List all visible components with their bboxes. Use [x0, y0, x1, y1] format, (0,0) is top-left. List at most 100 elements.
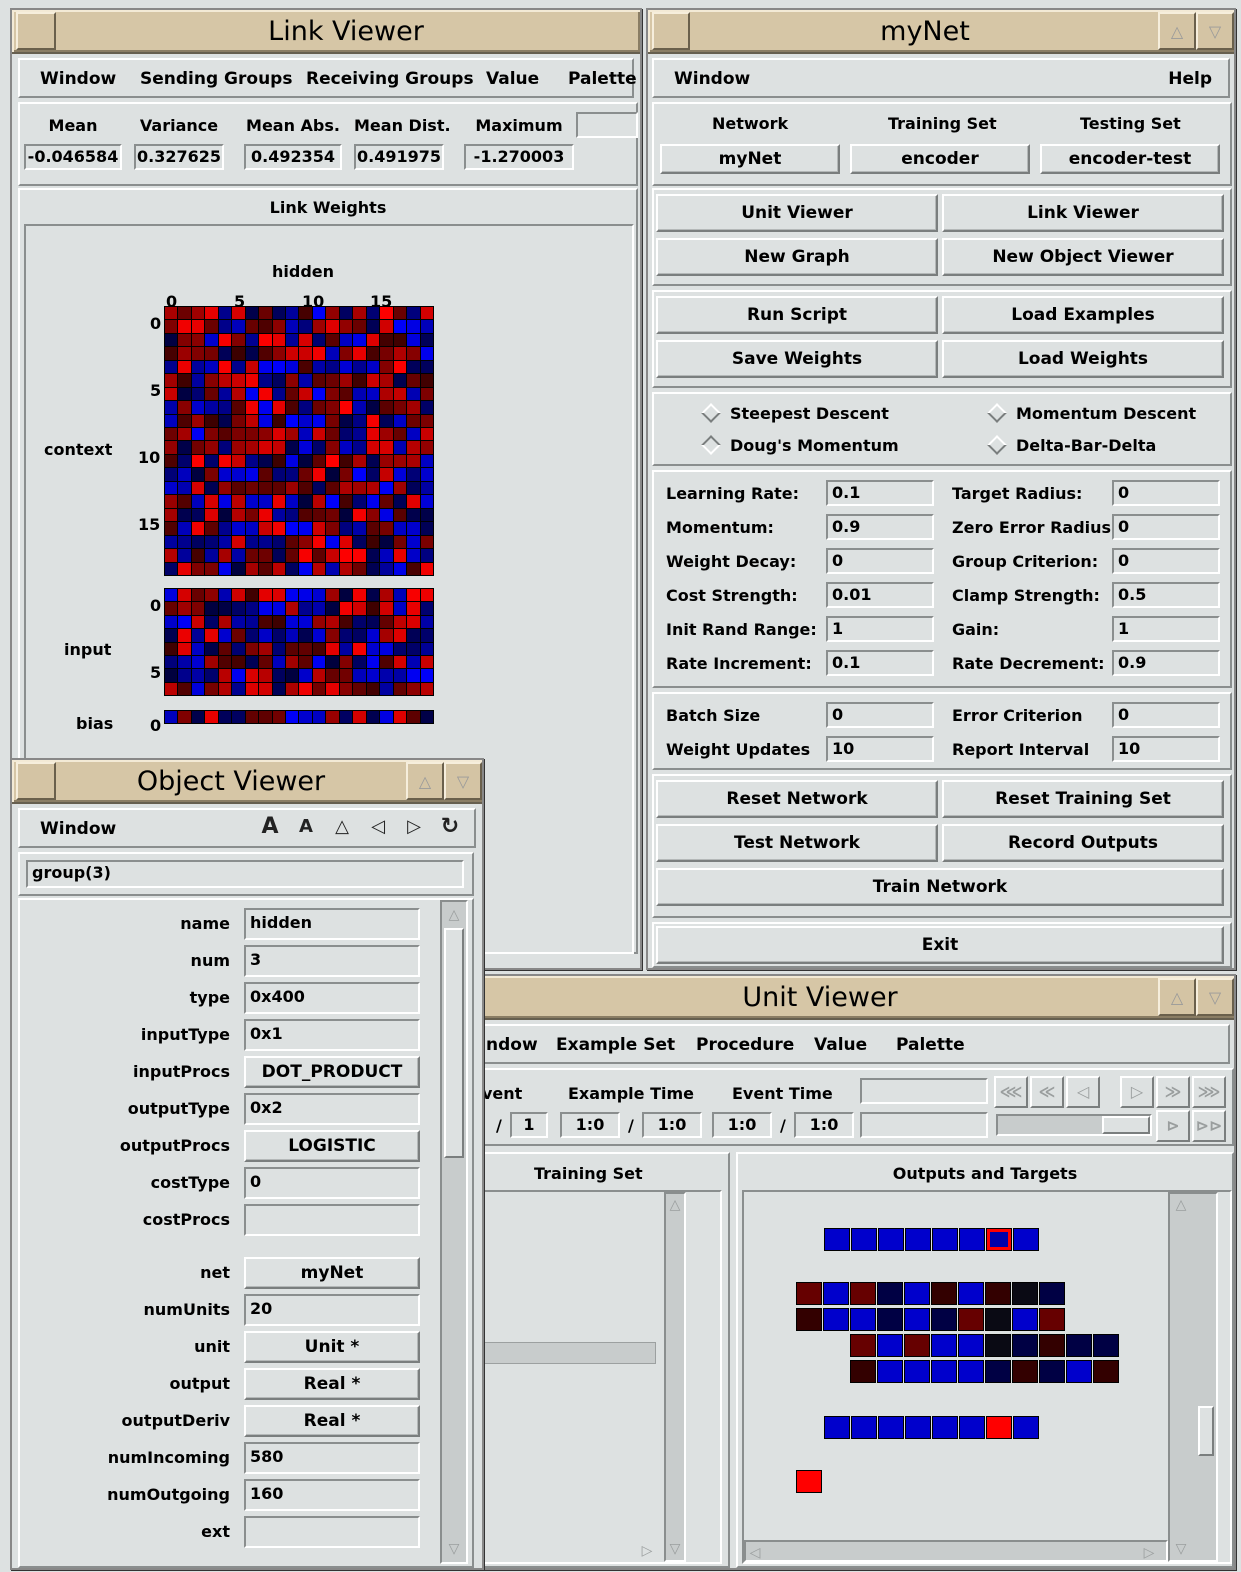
weight-cell[interactable]: [232, 562, 245, 575]
link-viewer-button[interactable]: Link Viewer: [942, 194, 1224, 232]
weight-cell[interactable]: [420, 535, 433, 549]
weight-cell[interactable]: [178, 414, 191, 428]
weight-cell[interactable]: [165, 562, 178, 575]
weight-cell[interactable]: [380, 522, 393, 535]
weight-cell[interactable]: [205, 589, 218, 602]
weight-cell[interactable]: [326, 522, 339, 535]
weight-cell[interactable]: [353, 589, 366, 602]
weight-cell[interactable]: [366, 495, 380, 508]
weight-cell[interactable]: [366, 414, 380, 428]
weight-cell[interactable]: [259, 414, 272, 428]
weight-cell[interactable]: [353, 535, 366, 549]
weight-cell[interactable]: [326, 682, 339, 695]
weight-cell[interactable]: [366, 589, 380, 602]
weight-cell[interactable]: [232, 629, 245, 642]
weight-cell[interactable]: [259, 428, 272, 441]
weight-cell[interactable]: [380, 347, 393, 360]
weight-cell[interactable]: [178, 374, 191, 387]
weight-cell[interactable]: [339, 307, 353, 320]
weight-cell[interactable]: [232, 428, 245, 441]
weight-cell[interactable]: [326, 333, 339, 347]
weight-cell[interactable]: [178, 347, 191, 360]
weight-cell[interactable]: [339, 468, 353, 481]
weight-cell[interactable]: [259, 347, 272, 360]
weight-cell[interactable]: [272, 414, 286, 428]
weight-cell[interactable]: [407, 428, 420, 441]
weight-cell[interactable]: [286, 428, 299, 441]
weight-cell[interactable]: [165, 549, 178, 562]
weight-cell[interactable]: [312, 333, 326, 347]
weight-cell[interactable]: [339, 669, 353, 682]
weight-cell[interactable]: [191, 522, 205, 535]
weight-cell[interactable]: [191, 589, 205, 602]
weight-cell[interactable]: [178, 562, 191, 575]
weight-cell[interactable]: [393, 711, 407, 723]
weight-cell[interactable]: [272, 401, 286, 414]
weight-cell[interactable]: [420, 562, 433, 575]
weight-cell[interactable]: [232, 454, 245, 468]
output-unit-cell[interactable]: [1012, 1308, 1038, 1331]
weight-cell[interactable]: [245, 602, 259, 615]
weight-cell[interactable]: [339, 374, 353, 387]
weight-cell[interactable]: [165, 441, 178, 454]
weight-cell[interactable]: [366, 642, 380, 655]
weight-cell[interactable]: [380, 307, 393, 320]
weight-cell[interactable]: [326, 562, 339, 575]
weight-cell[interactable]: [353, 307, 366, 320]
weight-cell[interactable]: [339, 360, 353, 374]
weight-cell[interactable]: [259, 655, 272, 669]
weight-cell[interactable]: [178, 481, 191, 495]
record-outputs-button[interactable]: Record Outputs: [942, 824, 1224, 862]
output-unit-cell[interactable]: [1012, 1282, 1038, 1305]
weight-cell[interactable]: [366, 307, 380, 320]
weight-cell[interactable]: [178, 682, 191, 695]
stats-extra-field[interactable]: [576, 112, 638, 138]
output-unit-cell[interactable]: [877, 1360, 903, 1383]
weight-cell[interactable]: [393, 360, 407, 374]
weight-cell[interactable]: [165, 414, 178, 428]
info-field-top[interactable]: [860, 1078, 988, 1104]
prev-example-icon[interactable]: ≪: [1030, 1076, 1064, 1108]
weight-cell[interactable]: [420, 642, 433, 655]
output-unit-cell[interactable]: [985, 1282, 1011, 1305]
new-object-viewer-button[interactable]: New Object Viewer: [942, 238, 1224, 276]
weight-cell[interactable]: [326, 602, 339, 615]
weight-cell[interactable]: [420, 428, 433, 441]
weight-cell[interactable]: [420, 414, 433, 428]
weight-cell[interactable]: [339, 629, 353, 642]
weight-cell[interactable]: [286, 602, 299, 615]
weight-cell[interactable]: [165, 320, 178, 333]
weight-cell[interactable]: [420, 333, 433, 347]
weights-grid-input[interactable]: [164, 588, 434, 696]
weight-cell[interactable]: [380, 589, 393, 602]
weight-cell[interactable]: [259, 535, 272, 549]
output-unit-cell[interactable]: [823, 1282, 849, 1305]
weight-cell[interactable]: [232, 347, 245, 360]
weight-cell[interactable]: [420, 508, 433, 522]
weight-cell[interactable]: [191, 333, 205, 347]
weight-cell[interactable]: [272, 508, 286, 522]
weight-cell[interactable]: [245, 615, 259, 629]
weight-cell[interactable]: [312, 481, 326, 495]
scroll-down-icon[interactable]: ▽: [666, 1538, 684, 1560]
unit-viewer-titlebar[interactable]: Unit Viewer △ ▽: [442, 976, 1234, 1020]
weight-cell[interactable]: [353, 629, 366, 642]
weight-cell[interactable]: [218, 682, 232, 695]
weight-cell[interactable]: [205, 374, 218, 387]
menu-value[interactable]: Value: [486, 69, 539, 89]
output-unit-cell[interactable]: [824, 1416, 850, 1439]
weight-cell[interactable]: [259, 454, 272, 468]
weight-cell[interactable]: [205, 535, 218, 549]
weight-cell[interactable]: [245, 414, 259, 428]
weight-cell[interactable]: [366, 428, 380, 441]
weight-cell[interactable]: [245, 495, 259, 508]
weight-cell[interactable]: [232, 589, 245, 602]
weight-cell[interactable]: [380, 682, 393, 695]
weight-cell[interactable]: [420, 387, 433, 401]
weight-cell[interactable]: [312, 522, 326, 535]
field-value[interactable]: 20: [244, 1294, 420, 1326]
weight-cell[interactable]: [286, 441, 299, 454]
weight-cell[interactable]: [353, 682, 366, 695]
weight-cell[interactable]: [286, 522, 299, 535]
weight-cell[interactable]: [259, 360, 272, 374]
